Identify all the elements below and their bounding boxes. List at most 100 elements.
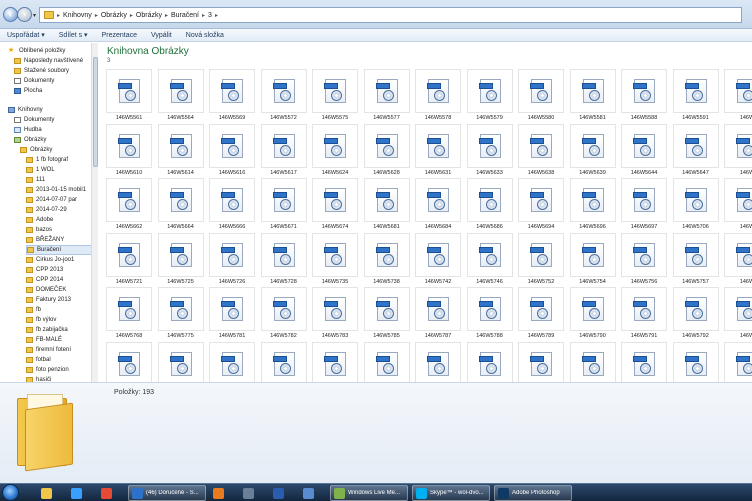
- nav-desktop[interactable]: Plocha: [14, 86, 42, 96]
- taskbar-button[interactable]: [300, 485, 326, 501]
- folder-tree-item[interactable]: bazos: [26, 225, 92, 235]
- file-item[interactable]: 146W5569: [209, 69, 255, 123]
- folder-tree-item[interactable]: fb zabijačka: [26, 325, 92, 335]
- file-item[interactable]: 146W5624: [312, 123, 358, 178]
- file-item[interactable]: [106, 341, 152, 382]
- folder-tree-item[interactable]: Adobe: [26, 215, 92, 225]
- taskbar-button[interactable]: (46) Doručené - S...: [128, 485, 206, 501]
- file-item[interactable]: 146W: [724, 123, 752, 178]
- file-item[interactable]: 146W5681: [363, 178, 410, 232]
- folder-tree-item[interactable]: CPP 2013: [26, 265, 92, 275]
- taskbar-button[interactable]: Skype™ - wol-dvo...: [412, 485, 490, 501]
- file-item[interactable]: 146W5575: [312, 69, 358, 123]
- file-item[interactable]: 146W5752: [518, 232, 564, 287]
- breadcrumb-item[interactable]: Obrázky: [136, 12, 162, 19]
- scrollbar-thumb[interactable]: [93, 57, 98, 167]
- taskbar-button[interactable]: Windows Live Me...: [330, 485, 408, 501]
- file-item[interactable]: 146W5614: [157, 123, 204, 178]
- file-item[interactable]: 146W5726: [209, 232, 255, 287]
- file-item[interactable]: 146W5639: [569, 123, 616, 178]
- folder-tree-item[interactable]: 111: [26, 175, 92, 185]
- folder-tree-item[interactable]: foto penzion: [26, 365, 92, 375]
- file-item[interactable]: 146W5674: [312, 178, 358, 232]
- folder-tree-item[interactable]: Buračení: [26, 245, 92, 255]
- file-item[interactable]: [518, 341, 564, 382]
- file-item[interactable]: [260, 341, 307, 382]
- taskbar-button[interactable]: [68, 485, 94, 501]
- file-item[interactable]: [724, 341, 752, 382]
- folder-tree-item[interactable]: 1 WOL: [26, 165, 92, 175]
- file-item[interactable]: 146W5631: [415, 123, 461, 178]
- start-button[interactable]: [2, 484, 19, 501]
- file-item[interactable]: 146W5735: [312, 232, 358, 287]
- history-dropdown-icon[interactable]: ▾: [33, 12, 36, 19]
- file-item[interactable]: [363, 341, 410, 382]
- file-item[interactable]: 146W5728: [260, 232, 307, 287]
- folder-tree-item[interactable]: 2014-07-07 par: [26, 195, 92, 205]
- taskbar-button[interactable]: [38, 485, 64, 501]
- file-item[interactable]: [672, 341, 719, 382]
- file-item[interactable]: 146W5754: [569, 232, 616, 287]
- forward-button[interactable]: ›: [17, 7, 32, 22]
- file-item[interactable]: 146W5647: [672, 123, 719, 178]
- file-item[interactable]: [621, 341, 667, 382]
- file-item[interactable]: [209, 341, 255, 382]
- file-item[interactable]: 146W5790: [569, 287, 616, 341]
- folder-tree-item[interactable]: CPP 2014: [26, 275, 92, 285]
- file-item[interactable]: 146W5610: [106, 123, 152, 178]
- folder-tree-item[interactable]: fb: [26, 305, 92, 315]
- file-item[interactable]: 146W5782: [260, 287, 307, 341]
- file-item[interactable]: 146W5775: [157, 287, 204, 341]
- burn-button[interactable]: Vypálit: [151, 32, 172, 39]
- nav-downloads[interactable]: Stažené soubory: [14, 66, 69, 76]
- back-button[interactable]: ‹: [3, 7, 18, 22]
- file-item[interactable]: 146W: [724, 287, 752, 341]
- file-item[interactable]: 146W5791: [621, 287, 667, 341]
- file-item[interactable]: 146W5697: [621, 178, 667, 232]
- file-item[interactable]: 146W5666: [209, 178, 255, 232]
- file-item[interactable]: 146W5785: [363, 287, 410, 341]
- file-item[interactable]: 146W5564: [157, 69, 204, 123]
- slideshow-button[interactable]: Prezentace: [102, 32, 137, 39]
- file-item[interactable]: 146W5721: [106, 232, 152, 287]
- folder-tree-item[interactable]: 2013-01-15 mobil1: [26, 185, 92, 195]
- file-item[interactable]: 146W5781: [209, 287, 255, 341]
- nav-favorites[interactable]: ★ Oblíbené položky: [8, 46, 65, 56]
- taskbar-button[interactable]: [210, 485, 236, 501]
- nav-lib-music[interactable]: Hudba: [14, 125, 42, 135]
- file-item[interactable]: [157, 341, 204, 382]
- breadcrumb-item[interactable]: Obrázky: [101, 12, 127, 19]
- file-item[interactable]: 146W5561: [106, 69, 152, 123]
- nav-documents-fav[interactable]: Dokumenty: [14, 76, 54, 86]
- breadcrumb-item[interactable]: Buračení: [171, 12, 199, 19]
- folder-tree-item[interactable]: BŘEŽANY: [26, 235, 92, 245]
- nav-recent-places[interactable]: Naposledy navštívené: [14, 56, 83, 66]
- file-item[interactable]: 146W5671: [260, 178, 307, 232]
- file-item[interactable]: 146W5788: [466, 287, 513, 341]
- folder-tree-item[interactable]: hasiči: [26, 375, 92, 382]
- file-item[interactable]: 146W5579: [466, 69, 513, 123]
- file-item[interactable]: 146W5580: [518, 69, 564, 123]
- breadcrumb-item[interactable]: 3: [208, 12, 212, 19]
- file-item[interactable]: 146W: [724, 178, 752, 232]
- file-item[interactable]: 146W: [724, 232, 752, 287]
- nav-lib-pictures[interactable]: Obrázky: [14, 135, 46, 145]
- taskbar-button[interactable]: [270, 485, 296, 501]
- file-item[interactable]: 146W5633: [466, 123, 513, 178]
- file-item[interactable]: 146W5664: [157, 178, 204, 232]
- file-item[interactable]: 146W5638: [518, 123, 564, 178]
- file-item[interactable]: 146W5588: [621, 69, 667, 123]
- nav-pictures-folder[interactable]: Obrázky: [20, 145, 52, 155]
- file-item[interactable]: 146W5757: [672, 232, 719, 287]
- share-button[interactable]: Sdílet s ▾: [59, 31, 88, 39]
- file-item[interactable]: 146W5578: [415, 69, 461, 123]
- file-item[interactable]: 146W5684: [415, 178, 461, 232]
- file-item[interactable]: 146W5792: [672, 287, 719, 341]
- navigation-scrollbar[interactable]: [91, 43, 98, 382]
- folder-tree-item[interactable]: fotbal: [26, 355, 92, 365]
- file-item[interactable]: 146W5756: [621, 232, 667, 287]
- file-item[interactable]: 146W5746: [466, 232, 513, 287]
- file-item[interactable]: [312, 341, 358, 382]
- file-item[interactable]: 146W5783: [312, 287, 358, 341]
- file-item[interactable]: 146W5577: [363, 69, 410, 123]
